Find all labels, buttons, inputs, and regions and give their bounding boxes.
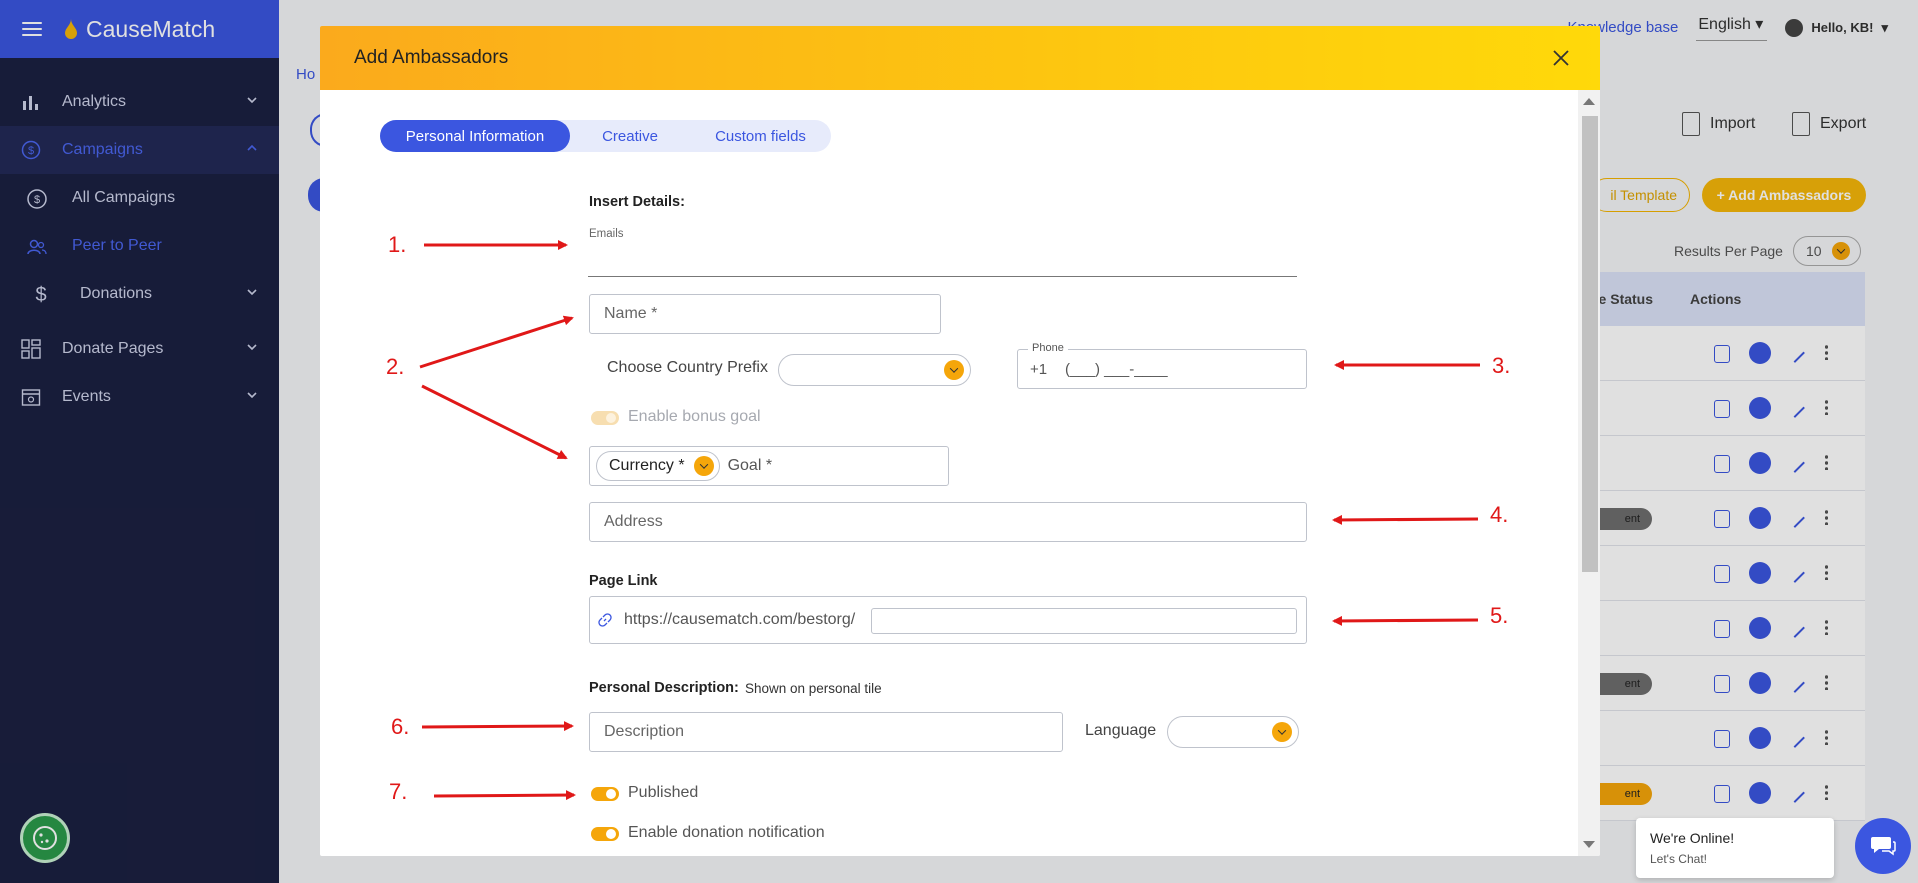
chat-widget[interactable]: We're Online! Let's Chat! bbox=[1636, 818, 1834, 878]
annotation-arrow bbox=[1332, 514, 1479, 525]
annotation-number: 2. bbox=[386, 354, 405, 379]
annotation-number: 1. bbox=[388, 232, 407, 257]
annotation-arrow bbox=[419, 315, 574, 369]
chat-status: We're Online! bbox=[1650, 830, 1735, 846]
annotation-arrows bbox=[419, 240, 1480, 801]
chat-bubble-icon bbox=[1871, 837, 1896, 856]
annotation-arrow bbox=[421, 721, 574, 732]
chat-prompt: Let's Chat! bbox=[1650, 852, 1707, 866]
chat-button[interactable] bbox=[1855, 818, 1911, 874]
annotation-arrow bbox=[1332, 615, 1479, 626]
annotation-arrow bbox=[433, 790, 576, 801]
annotation-number: 6. bbox=[391, 714, 410, 739]
annotation-number: 7. bbox=[389, 779, 408, 804]
annotation-number: 3. bbox=[1492, 353, 1511, 378]
annotation-number: 4. bbox=[1490, 502, 1509, 527]
annotation-arrow bbox=[421, 384, 568, 460]
annotation-number: 5. bbox=[1490, 603, 1509, 628]
